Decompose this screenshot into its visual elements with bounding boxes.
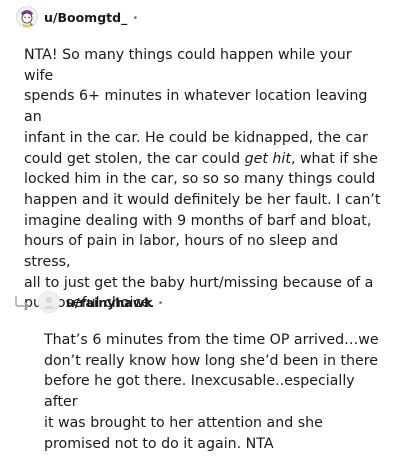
comment-line: could get stolen, the car could get hit,… bbox=[24, 150, 378, 167]
separator-dot: • bbox=[157, 297, 164, 309]
comment-line: promised not to do it again. NTA bbox=[44, 435, 274, 452]
comment-header: u/Boomgtd_ • bbox=[16, 6, 138, 28]
reply-arrow-icon bbox=[14, 295, 32, 310]
comment-line: spends 6+ minutes in whatever location l… bbox=[24, 88, 368, 126]
username[interactable]: u/rainyhawk bbox=[66, 295, 153, 310]
comment-line: That’s 6 minutes from the time OP arrive… bbox=[44, 332, 379, 348]
comment-header: u/rainyhawk • bbox=[14, 291, 164, 313]
comment-body: NTA! So many things could happen while y… bbox=[24, 45, 384, 314]
comment-line: it was brought to her attention and she bbox=[44, 414, 323, 431]
comment-line: happen and it would definitely be her fa… bbox=[24, 191, 381, 208]
comment-line: NTA! So many things could happen while y… bbox=[24, 47, 352, 84]
comment-line: don’t really know how long she’d been in… bbox=[44, 352, 378, 369]
username[interactable]: u/Boomgtd_ bbox=[44, 10, 127, 25]
separator-dot: • bbox=[132, 12, 139, 24]
comment-line: imagine dealing with 9 months of barf an… bbox=[24, 212, 372, 229]
comment-line: hours of pain in labor, hours of no slee… bbox=[24, 233, 339, 271]
comment-line: locked him in the car, so so so many thi… bbox=[24, 171, 376, 188]
italic-text: get hit bbox=[244, 150, 291, 167]
default-avatar-icon[interactable] bbox=[38, 291, 60, 313]
comment-line: before he got there. Inexcusable..especi… bbox=[44, 373, 355, 411]
snoo-avatar-icon[interactable] bbox=[16, 6, 38, 28]
comment-body: That’s 6 minutes from the time OP arrive… bbox=[44, 330, 384, 454]
comment-line: infant in the car. He could be kidnapped… bbox=[24, 129, 368, 146]
